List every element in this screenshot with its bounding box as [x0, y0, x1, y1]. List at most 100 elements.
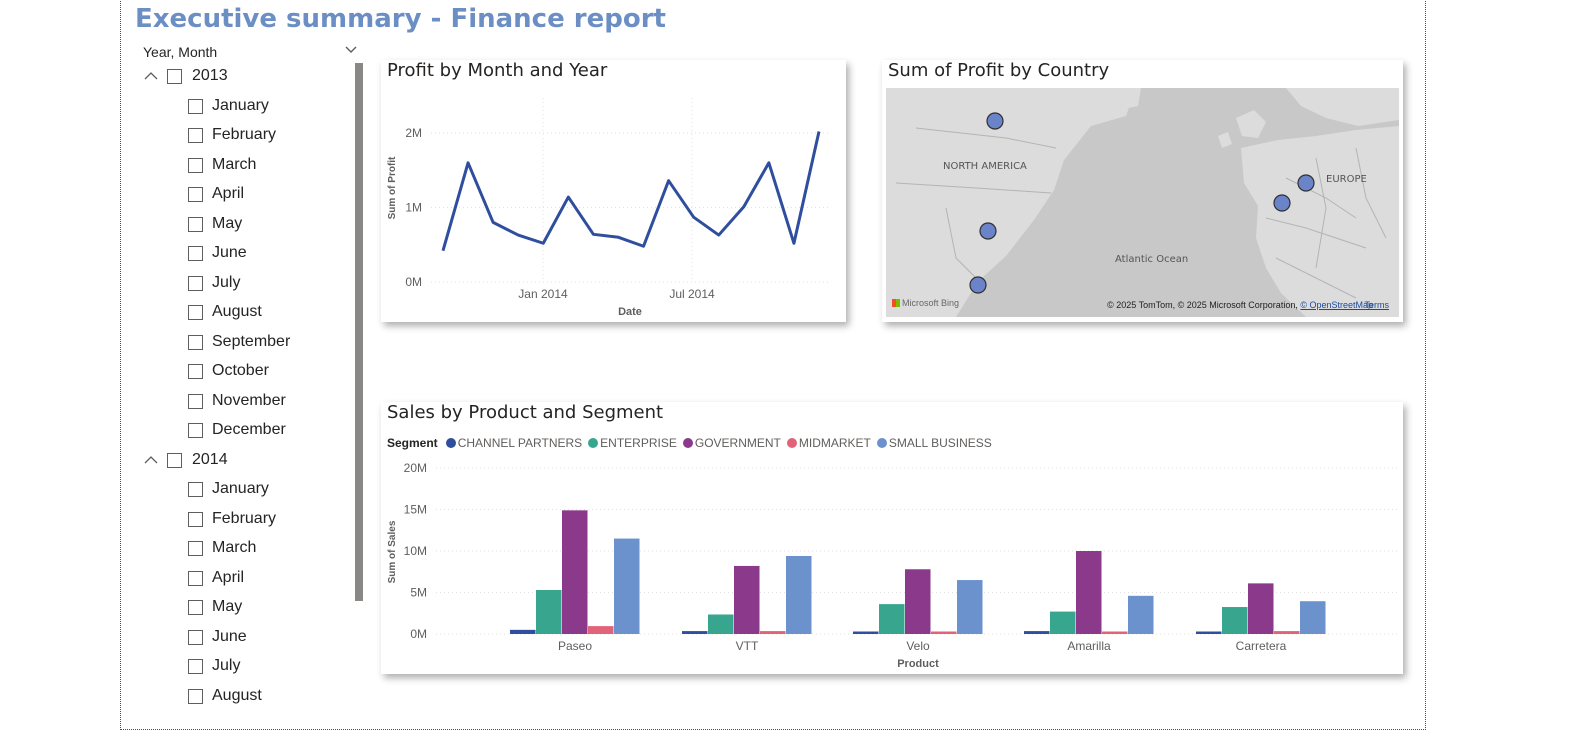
checkbox[interactable]	[188, 128, 203, 143]
y-tick-label: 20M	[404, 461, 427, 475]
map-title: Sum of Profit by Country	[888, 60, 1110, 81]
bar[interactable]	[588, 626, 614, 634]
slicer-month-label: November	[212, 391, 286, 409]
checkbox[interactable]	[188, 511, 203, 527]
bar[interactable]	[510, 629, 536, 634]
checkbox[interactable]	[188, 275, 203, 291]
microsoft-bing-logo: Microsoft Bing	[892, 298, 959, 308]
map-bubble-mexico[interactable]	[969, 276, 987, 294]
bar[interactable]	[1274, 631, 1300, 634]
profit-line[interactable]	[441, 131, 821, 252]
checkbox[interactable]	[188, 688, 203, 704]
map-terms: Terms	[1365, 300, 1390, 310]
slicer-month-label: February	[212, 509, 277, 527]
slicer-month-label: October	[212, 362, 269, 379]
checkbox[interactable]	[188, 305, 203, 320]
checkbox[interactable]	[188, 600, 203, 615]
slicer-list[interactable]: 2013 January February March April May June July…	[143, 63, 353, 708]
slicer-month-label: May	[212, 214, 243, 232]
bar[interactable]	[682, 631, 708, 634]
slicer-header[interactable]: Year, Month	[143, 44, 359, 62]
openstreetmap-link[interactable]: © OpenStreetMap	[1300, 300, 1373, 310]
bar[interactable]	[562, 510, 588, 634]
checkbox[interactable]	[188, 482, 203, 497]
chevron-up-icon[interactable]	[143, 68, 159, 84]
checkbox[interactable]	[188, 659, 203, 674]
slicer-month-label: March	[212, 539, 257, 556]
bar[interactable]	[614, 538, 640, 634]
bar[interactable]	[1050, 611, 1076, 634]
slicer-month-label: June	[212, 627, 247, 645]
bar[interactable]	[853, 631, 879, 634]
checkbox[interactable]	[188, 629, 203, 645]
y-tick-label: 5M	[410, 586, 427, 600]
bar[interactable]	[786, 555, 812, 634]
slicer-title: Year, Month	[143, 44, 218, 60]
bar[interactable]	[905, 569, 931, 634]
bing-label: Microsoft Bing	[902, 298, 960, 308]
checkbox[interactable]	[167, 69, 182, 84]
y-axis-title: Sum of Profit	[387, 156, 398, 219]
bar-chart-card[interactable]: Sales by Product and Segment Segment CHA…	[381, 402, 1403, 674]
chevron-up-icon[interactable]	[143, 452, 159, 468]
y-tick-label: 0M	[410, 627, 427, 641]
x-axis-title: Product	[897, 658, 939, 670]
y-tick-label: 10M	[404, 544, 427, 558]
checkbox[interactable]	[188, 216, 203, 232]
bar[interactable]	[931, 631, 957, 634]
checkbox[interactable]	[188, 187, 203, 202]
slicer-month-label: December	[212, 421, 286, 438]
map-canvas[interactable]: NORTH AMERICA EUROPE Atlantic Ocean Micr…	[886, 88, 1399, 317]
bar[interactable]	[1196, 631, 1222, 634]
y-tick-label: 1M	[405, 201, 422, 215]
checkbox[interactable]	[188, 364, 203, 379]
bar[interactable]	[1128, 595, 1154, 634]
checkbox[interactable]	[188, 393, 203, 409]
bar[interactable]	[1300, 601, 1326, 634]
checkbox[interactable]	[167, 452, 182, 468]
map-attribution-text: © 2025 TomTom, © 2025 Microsoft Corporat…	[1107, 300, 1301, 310]
slicer-month-label: May	[212, 598, 243, 615]
bar[interactable]	[734, 565, 760, 634]
slicer-month-label: July	[212, 657, 241, 674]
x-tick-label: Amarilla	[1067, 639, 1111, 653]
checkbox[interactable]	[188, 423, 203, 438]
bar[interactable]	[708, 614, 734, 634]
slicer-month-label: August	[212, 303, 262, 320]
slicer-scrollbar[interactable]	[355, 63, 363, 601]
checkbox[interactable]	[188, 570, 203, 586]
x-axis-title: Date	[618, 306, 642, 318]
checkbox[interactable]	[188, 98, 203, 114]
slicer-month-label: April	[212, 568, 245, 586]
x-tick-label: Jul 2014	[669, 287, 715, 301]
map-bubble-canada[interactable]	[986, 112, 1004, 130]
map-card[interactable]: Sum of Profit by Country NORTH AMERICA E…	[882, 60, 1403, 322]
slicer-year-label: 2013	[192, 67, 228, 84]
checkbox[interactable]	[188, 157, 203, 173]
bar[interactable]	[879, 604, 905, 634]
terms-link[interactable]: Terms	[1365, 300, 1390, 310]
line-chart-card[interactable]: Profit by Month and Year 2M 1M 0M Jan 2014 J…	[381, 60, 846, 322]
bar[interactable]	[1076, 551, 1102, 634]
checkbox[interactable]	[188, 541, 203, 556]
bar-chart[interactable]: 20M 15M 10M 5M 0M Paseo VTT Velo Amarilla Carrete…	[381, 402, 1403, 674]
y-tick-label: 15M	[404, 503, 427, 517]
map-attribution: © 2025 TomTom, © 2025 Microsoft Corporat…	[1107, 300, 1373, 310]
map-bubble-germany[interactable]	[1297, 174, 1315, 192]
bar[interactable]	[957, 580, 983, 634]
bar[interactable]	[1222, 607, 1248, 634]
map-bubbles[interactable]	[886, 88, 1399, 317]
chevron-down-icon[interactable]	[343, 42, 359, 58]
bar[interactable]	[1102, 631, 1128, 634]
line-chart[interactable]: 2M 1M 0M Jan 2014 Jul 2014 Date Sum of Profit	[381, 60, 846, 322]
checkbox[interactable]	[188, 334, 203, 350]
map-bubble-france[interactable]	[1273, 194, 1291, 212]
bar[interactable]	[1248, 583, 1274, 634]
slicer-month-label: September	[212, 332, 291, 350]
x-tick-label: Carretera	[1236, 639, 1287, 653]
bar[interactable]	[1024, 631, 1050, 634]
bar[interactable]	[536, 590, 562, 634]
map-bubble-united-states-of-america[interactable]	[979, 222, 997, 240]
bar[interactable]	[760, 631, 786, 634]
checkbox[interactable]	[188, 246, 203, 261]
